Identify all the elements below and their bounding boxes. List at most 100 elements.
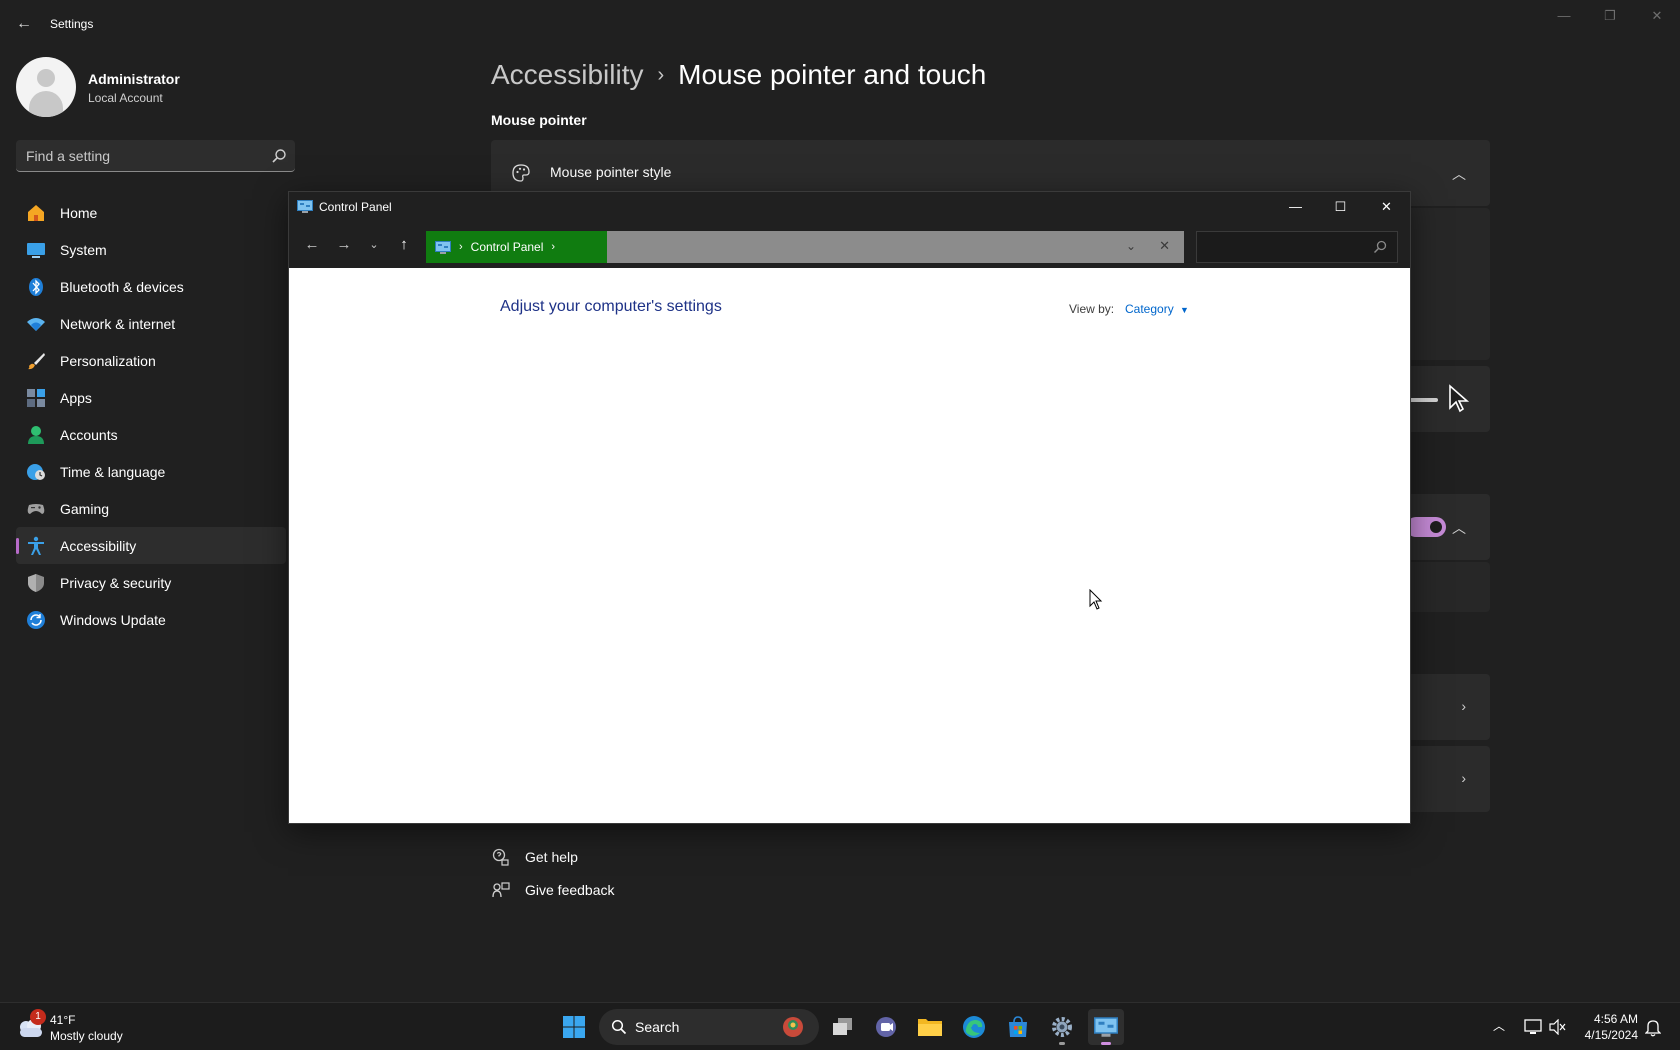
view-by-label: View by:	[1069, 302, 1115, 316]
teams-chat-button[interactable]	[868, 1009, 904, 1045]
breadcrumb-parent[interactable]: Accessibility	[491, 59, 643, 91]
address-bar[interactable]: › Control Panel › ⌄ ✕	[426, 231, 1184, 263]
sidebar-item-privacy[interactable]: Privacy & security	[16, 564, 286, 601]
caret-down-icon[interactable]: ▼	[1180, 305, 1189, 315]
weather-widget[interactable]: 1 41°F Mostly cloudy	[16, 1009, 156, 1045]
accessibility-icon	[26, 536, 46, 556]
gamepad-icon	[26, 499, 46, 519]
sidebar-item-system[interactable]: System	[16, 231, 286, 268]
bluetooth-icon	[26, 277, 46, 297]
address-breadcrumb[interactable]: › Control Panel ›	[426, 231, 607, 263]
cursor-preview-icon	[1449, 384, 1470, 413]
sidebar-item-label: Home	[60, 204, 98, 221]
control-panel-taskbar-button[interactable]	[1088, 1009, 1124, 1045]
task-view-button[interactable]	[825, 1009, 861, 1045]
sidebar-item-bluetooth[interactable]: Bluetooth & devices	[16, 268, 286, 305]
help-icon	[491, 847, 511, 867]
control-panel-window: Control Panel — ☐ ✕ ← → ⌄ ↑ › Control Pa…	[288, 191, 1411, 824]
address-dropdown-icon[interactable]: ⌄	[1126, 239, 1136, 253]
forward-icon[interactable]: →	[331, 232, 357, 258]
system-clock[interactable]: 4:56 AM 4/15/2024	[1578, 1011, 1638, 1043]
up-arrow-icon[interactable]: ↑	[391, 232, 417, 258]
sidebar-item-label: System	[60, 241, 107, 258]
search-highlight-icon	[783, 1017, 803, 1037]
mouse-pointer-style-label: Mouse pointer style	[550, 164, 672, 180]
weather-condition: Mostly cloudy	[50, 1029, 123, 1043]
sidebar-item-label: Accessibility	[60, 537, 137, 554]
taskbar-search-label: Search	[635, 1019, 680, 1035]
sidebar-item-windows-update[interactable]: Windows Update	[16, 601, 286, 638]
edge-browser-button[interactable]	[956, 1009, 992, 1045]
file-explorer-button[interactable]	[912, 1009, 948, 1045]
windows-logo-icon	[563, 1016, 585, 1038]
volume-muted-icon[interactable]	[1549, 1019, 1567, 1035]
sidebar-item-accessibility[interactable]: Accessibility	[16, 527, 286, 564]
chevron-right-icon[interactable]: ›	[1461, 770, 1466, 786]
view-by-dropdown[interactable]: Category ▼	[1125, 302, 1189, 316]
control-panel-icon	[435, 240, 451, 254]
restore-button[interactable]: ❐	[1587, 4, 1633, 28]
settings-app-button[interactable]	[1044, 1009, 1080, 1045]
sidebar-item-accounts[interactable]: Accounts	[16, 416, 286, 453]
recent-locations-icon[interactable]: ⌄	[361, 232, 387, 258]
sidebar-item-gaming[interactable]: Gaming	[16, 490, 286, 527]
chevron-right-icon[interactable]: ›	[1461, 698, 1466, 714]
sidebar-item-personalization[interactable]: Personalization	[16, 342, 286, 379]
sidebar-nav: Home System Bluetooth & devices Network …	[16, 194, 286, 638]
search-icon	[611, 1019, 627, 1035]
control-panel-search[interactable]	[1196, 231, 1398, 263]
get-help-link[interactable]: Get help	[491, 847, 578, 867]
notification-badge: 1	[30, 1009, 46, 1025]
user-profile[interactable]: Administrator Local Account	[16, 57, 296, 117]
view-by-value[interactable]: Category	[1125, 302, 1174, 316]
taskbar-search[interactable]: Search	[599, 1009, 819, 1045]
sidebar-item-time-language[interactable]: Time & language	[16, 453, 286, 490]
give-feedback-link[interactable]: Give feedback	[491, 880, 615, 900]
cp-close-button[interactable]: ✕	[1364, 192, 1409, 222]
find-setting-input[interactable]	[26, 146, 256, 166]
address-crumb-label[interactable]: Control Panel	[471, 240, 544, 254]
shield-icon	[26, 573, 46, 593]
app-title: Settings	[50, 17, 94, 31]
notification-bell-icon[interactable]	[1645, 1019, 1661, 1037]
search-icon[interactable]	[1373, 240, 1387, 254]
control-panel-heading: Adjust your computer's settings	[500, 298, 722, 315]
sidebar-item-label: Windows Update	[60, 611, 166, 628]
edge-icon	[963, 1016, 985, 1038]
feedback-icon	[491, 880, 511, 900]
clock-date: 4/15/2024	[1584, 1028, 1638, 1042]
touch-indicator-toggle[interactable]	[1406, 517, 1446, 537]
search-icon[interactable]	[271, 148, 287, 164]
start-button[interactable]	[556, 1009, 592, 1045]
show-hidden-icons-chevron[interactable]: ︿	[1493, 1017, 1505, 1034]
sidebar-item-apps[interactable]: Apps	[16, 379, 286, 416]
profile-name: Administrator	[88, 71, 180, 87]
control-panel-toolbar: ← → ⌄ ↑ › Control Panel › ⌄ ✕	[289, 222, 1410, 268]
folder-icon	[918, 1019, 942, 1036]
store-button[interactable]	[1000, 1009, 1036, 1045]
sidebar-item-network[interactable]: Network & internet	[16, 305, 286, 342]
clear-icon[interactable]: ✕	[1159, 238, 1170, 254]
accounts-icon	[26, 425, 46, 445]
back-icon[interactable]: ←	[299, 232, 325, 258]
cp-minimize-button[interactable]: —	[1273, 192, 1318, 222]
update-icon	[26, 610, 46, 630]
chevron-right-icon[interactable]: ›	[551, 241, 555, 253]
palette-icon	[512, 164, 530, 182]
control-panel-titlebar[interactable]: Control Panel — ☐ ✕	[289, 192, 1410, 222]
sidebar-item-label: Time & language	[60, 463, 166, 480]
apps-icon	[26, 388, 46, 408]
back-arrow-icon[interactable]: ←	[14, 14, 34, 34]
chevron-right-icon[interactable]: ›	[459, 241, 463, 253]
chevron-up-icon[interactable]: ︿	[1452, 164, 1466, 184]
close-button[interactable]: ✕	[1634, 4, 1680, 28]
chat-icon	[876, 1017, 896, 1037]
chevron-up-icon[interactable]: ︿	[1452, 518, 1466, 538]
task-view-icon	[833, 1018, 852, 1035]
find-setting-box[interactable]	[16, 140, 295, 172]
sidebar-item-home[interactable]: Home	[16, 194, 286, 231]
minimize-button[interactable]: —	[1541, 4, 1587, 28]
avatar	[16, 57, 76, 117]
network-status-icon[interactable]	[1524, 1019, 1542, 1035]
cp-maximize-button[interactable]: ☐	[1318, 192, 1363, 222]
